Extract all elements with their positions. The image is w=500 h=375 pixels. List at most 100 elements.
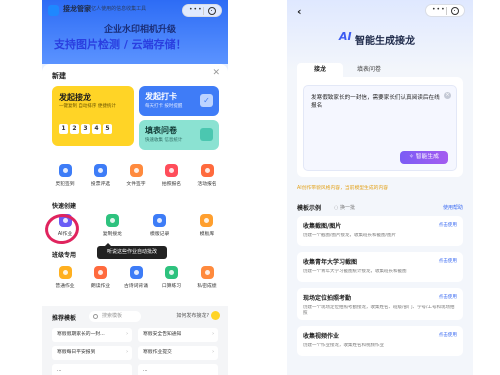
form-survey-card[interactable]: 填表问卷 快速收集 信息统计	[139, 120, 219, 150]
card-subtitle: 快速收集 信息统计	[145, 138, 183, 143]
smart-generate-button[interactable]: ✧ 智能生成	[400, 151, 448, 164]
card-title: 发起接龙	[59, 93, 91, 102]
more-icon[interactable]: •••	[189, 6, 203, 13]
example-card[interactable]: 收集视频作业 点击使用 创建一个作业接龙，收集姓名和视频作业	[297, 326, 463, 356]
form-icon	[200, 128, 213, 141]
template-item[interactable]: ...	[52, 364, 132, 375]
example-card[interactable]: 收集截图/图片 点击使用 创建一个截图/图片接龙，收集班长和截图/图片	[297, 216, 463, 246]
ai-homework-tooltip: 听说这些作业自动批改	[97, 243, 167, 259]
feature-label: 模板库	[199, 232, 215, 237]
step-badge: 2	[70, 124, 79, 134]
clear-icon[interactable]: ×	[444, 92, 451, 99]
template-item[interactable]: 寒假安全告知通知 ›	[138, 328, 218, 342]
feature-label: 古诗词背诵	[124, 284, 148, 289]
template-label: ...	[57, 368, 62, 373]
feature-item[interactable]: 活动报名	[190, 164, 224, 187]
feature-item[interactable]: 文件签字	[119, 164, 153, 187]
prompt-text: 发寒假致家长的一封信，需要家长们认真阅读后在线报名	[311, 95, 440, 109]
start-jielong-card[interactable]: 发起接龙 一键复制 自动排序 便捷统计 1 2 3 4 5	[52, 86, 134, 146]
template-item[interactable]: 寒假每日平安报到 ›	[52, 346, 132, 360]
ai-header: ‹ ••• AI 智能生成接龙	[287, 0, 473, 70]
more-icon[interactable]: •••	[432, 6, 446, 13]
example-desc: 创建一个截图/图片接龙，收集班长和截图/图片	[303, 233, 397, 238]
card-subtitle: 一键复制 自动排序 便捷统计	[59, 104, 116, 109]
refresh-examples-button[interactable]: ◌ 换一批	[334, 204, 355, 211]
card-subtitle: 每天打卡 按时提醒	[145, 104, 183, 109]
feature-item[interactable]: 投票评选	[84, 164, 118, 187]
feature-icon	[94, 266, 107, 279]
feature-row-3: 普通作业 朗读作业 古诗词背诵 口算练习 私密成绩	[48, 266, 224, 289]
feature-icon	[165, 164, 178, 177]
example-title: 收集视频作业	[303, 333, 340, 340]
tab-jielong[interactable]: 接龙	[297, 63, 343, 77]
how-to-publish-link[interactable]: 如何发布接龙?	[176, 311, 220, 320]
use-example-link[interactable]: 点击使用	[439, 258, 457, 264]
chevron-right-icon: ›	[212, 350, 214, 355]
feature-label: 拍照报名	[161, 182, 182, 187]
feature-label: 模版记录	[150, 232, 170, 237]
step-badge: 5	[103, 124, 112, 134]
feature-label: 口算练习	[161, 284, 182, 289]
feature-item[interactable]: 普通作业	[48, 266, 82, 289]
promo-banner-line1[interactable]: 企业水印相机升级	[104, 22, 176, 35]
capsule-divider	[446, 7, 447, 15]
mascot-icon	[211, 311, 220, 320]
feature-item[interactable]: 模板库	[190, 214, 224, 237]
use-example-link[interactable]: 点击使用	[439, 332, 457, 338]
create-sheet: 新建 ✕ 发起接龙 一键复制 自动排序 便捷统计 1 2 3 4 5 发起打卡 …	[42, 64, 228, 375]
feature-icon	[165, 266, 178, 279]
promo-header: 接龙管家 5亿人使用的信息收集工具 ••• 企业水印相机升级 支持图片检测 / …	[42, 0, 228, 64]
back-icon[interactable]: ‹	[297, 5, 302, 18]
feature-item[interactable]: 朗读作业	[84, 266, 118, 289]
feature-label: 朗读作业	[90, 284, 111, 289]
feature-item[interactable]: 口算练习	[155, 266, 189, 289]
close-miniprogram-icon[interactable]	[208, 7, 216, 15]
help-text: 如何发布接龙?	[176, 313, 209, 319]
card-title: 发起打卡	[145, 92, 177, 101]
miniprogram-capsule[interactable]: •••	[425, 4, 465, 17]
feature-item[interactable]: 模版记录	[143, 214, 177, 237]
template-label: 寒假假期家长的一封...	[57, 332, 105, 337]
feature-icon	[200, 214, 214, 227]
feature-item[interactable]: 私密成绩	[190, 266, 224, 289]
feature-icon	[200, 266, 214, 279]
app-name: 接龙管家	[63, 5, 91, 13]
feature-item[interactable]: 拍照报名	[155, 164, 189, 187]
feature-item[interactable]: 灵犯签到	[48, 164, 82, 187]
example-desc: 创建一个现场定位拍照考勤接龙，收集姓名、班级/部门、学号/工号和现场拍照	[303, 305, 455, 316]
close-icon[interactable]: ✕	[212, 68, 220, 78]
feature-label: 活动报名	[197, 182, 217, 187]
prompt-card: 发寒假致家长的一封信，需要家长们认真阅读后在线报名 × ✧ 智能生成	[297, 77, 463, 177]
feature-icon	[129, 266, 143, 279]
use-example-link[interactable]: 点击使用	[439, 294, 457, 300]
example-desc: 创建一个作业接龙，收集姓名和视频作业	[303, 343, 384, 348]
recommended-title: 推荐模板	[52, 315, 77, 322]
search-icon	[93, 314, 98, 319]
template-item[interactable]: 寒假作业提交 ›	[138, 346, 218, 360]
use-example-link[interactable]: 点击使用	[439, 222, 457, 228]
capsule-divider	[203, 7, 204, 15]
feature-item[interactable]: 古诗词背诵	[119, 266, 153, 289]
step-badge: 3	[81, 124, 90, 134]
close-miniprogram-icon[interactable]	[451, 7, 459, 15]
template-item[interactable]: 寒假假期家长的一封... ›	[52, 328, 132, 342]
usage-help-link[interactable]: 使用帮助	[443, 204, 463, 211]
feature-icon	[58, 164, 72, 177]
promo-banner-line2[interactable]: 支持图片检测 / 云端存储！	[54, 36, 187, 52]
example-card[interactable]: 现场定位拍照考勤 点击使用 创建一个现场定位拍照考勤接龙，收集姓名、班级/部门、…	[297, 288, 463, 320]
feature-label: 普通作业	[55, 284, 75, 289]
type-tabs: 接龙 填表问卷	[297, 63, 463, 77]
feature-item[interactable]: 复制接龙	[95, 214, 129, 237]
miniprogram-capsule[interactable]: •••	[182, 4, 222, 17]
start-checkin-card[interactable]: 发起打卡 每天打卡 按时提醒 ✓	[139, 86, 219, 116]
example-title: 收集截图/图片	[303, 223, 342, 230]
template-search-input[interactable]: 搜索模板	[89, 311, 141, 322]
example-desc: 创建一个青年大学习截图统计接龙，收集班长和截图	[303, 269, 407, 274]
recommended-templates-section: 推荐模板 搜索模板 如何发布接龙? 寒假假期家长的一封... › 寒假安全告知通知…	[42, 306, 228, 375]
example-card[interactable]: 收集青年大学习截图 点击使用 创建一个青年大学习截图统计接龙，收集班长和截图	[297, 252, 463, 282]
template-item[interactable]: ...	[138, 364, 218, 375]
tab-form-survey[interactable]: 填表问卷	[357, 63, 381, 77]
step-numbers: 1 2 3 4 5	[59, 124, 112, 134]
feature-icon	[153, 214, 167, 227]
prompt-input[interactable]: 发寒假致家长的一封信，需要家长们认真阅读后在线报名 × ✧ 智能生成	[303, 85, 457, 171]
